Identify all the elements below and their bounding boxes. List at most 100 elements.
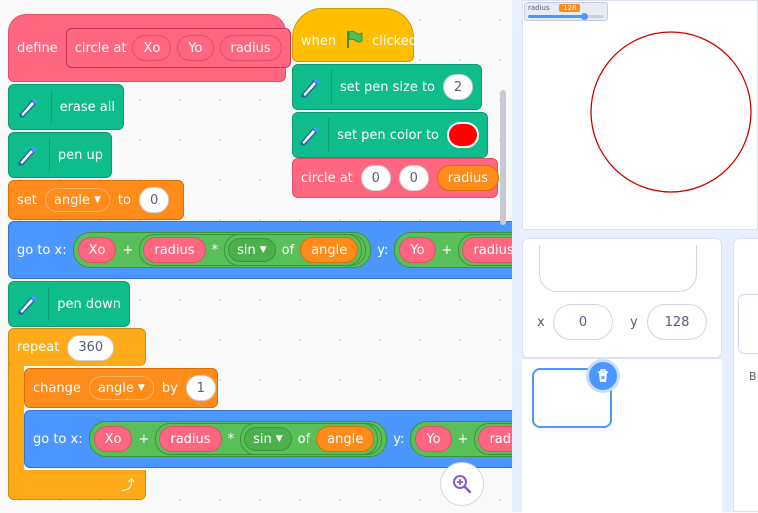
- function-name: sin: [253, 431, 272, 447]
- pen-down-block[interactable]: pen down: [8, 281, 130, 327]
- green-flag-icon: [344, 29, 364, 53]
- chevron-down-icon: ▼: [275, 434, 283, 444]
- times-label: *: [227, 431, 235, 447]
- variable-name: angle: [53, 192, 90, 208]
- math-function-operator[interactable]: sin ▼ of angle: [240, 423, 379, 455]
- set-label: set: [17, 192, 37, 208]
- pen-color-swatch[interactable]: [447, 122, 479, 148]
- set-variable-block[interactable]: set angle ▼ to 0: [8, 180, 184, 220]
- variable-dropdown[interactable]: angle ▼: [44, 188, 110, 212]
- of-label: of: [297, 431, 311, 447]
- trash-icon: [598, 369, 608, 382]
- monitor-value: 128: [559, 4, 581, 12]
- set-value-input[interactable]: 0: [138, 187, 170, 213]
- sprite-info-panel: [522, 238, 722, 358]
- radius-reporter[interactable]: radius: [436, 165, 499, 191]
- xo-reporter[interactable]: Xo: [77, 237, 117, 263]
- pen-up-block[interactable]: pen up: [8, 132, 112, 178]
- custom-block-name: circle at: [74, 40, 127, 56]
- chevron-down-icon: ▼: [137, 383, 145, 393]
- variable-name: angle: [97, 380, 134, 396]
- x-label: x: [537, 315, 545, 330]
- repeat-block[interactable]: repeat 360: [8, 328, 146, 366]
- param-yo[interactable]: Yo: [177, 35, 214, 61]
- stage[interactable]: [522, 0, 758, 230]
- y-label: y:: [393, 431, 405, 447]
- variable-monitor[interactable]: radius 128: [524, 2, 608, 21]
- of-label: of: [281, 242, 295, 258]
- function-name: sin: [237, 242, 256, 258]
- code-workspace[interactable]: define circle at Xo Yo radius erase all …: [0, 0, 710, 512]
- change-label: change: [33, 380, 81, 396]
- define-prototype: circle at Xo Yo radius: [65, 28, 291, 68]
- function-dropdown[interactable]: sin ▼: [228, 238, 276, 262]
- pen-icon: [295, 70, 332, 104]
- function-dropdown[interactable]: sin ▼: [244, 427, 292, 451]
- circle-y-input[interactable]: 0: [398, 165, 429, 191]
- erase-all-label: erase all: [59, 99, 115, 115]
- param-xo[interactable]: Xo: [132, 35, 172, 61]
- clicked-label: clicked: [372, 33, 417, 49]
- radius-reporter[interactable]: radius: [159, 426, 222, 452]
- when-flag-clicked-block[interactable]: when clicked: [292, 8, 417, 62]
- y-label: y:: [377, 242, 389, 258]
- add-operator[interactable]: Xo + radius * sin ▼ of angle: [88, 421, 388, 457]
- repeat-block-bottom-arm[interactable]: ⤴: [8, 470, 146, 500]
- zoom-in-button[interactable]: [440, 462, 484, 506]
- circle-x-input[interactable]: 0: [360, 165, 391, 191]
- monitor-slider-fill: [528, 15, 586, 18]
- pen-up-label: pen up: [57, 147, 103, 163]
- when-label: when: [301, 33, 337, 49]
- pen-icon: [11, 90, 52, 124]
- set-pen-color-block[interactable]: set pen color to: [292, 112, 488, 158]
- zoom-in-icon: [453, 475, 472, 494]
- workspace-scrollbar[interactable]: [500, 90, 506, 225]
- pen-size-input[interactable]: 2: [443, 74, 473, 100]
- set-pen-size-label: set pen size to: [339, 79, 435, 95]
- chevron-down-icon: ▼: [93, 195, 101, 205]
- yo-reporter[interactable]: Yo: [415, 426, 452, 452]
- plus-label: +: [122, 242, 134, 258]
- repeat-count-input[interactable]: 360: [67, 334, 115, 361]
- change-value-input[interactable]: 1: [185, 375, 216, 401]
- variable-dropdown[interactable]: angle ▼: [88, 376, 154, 400]
- yo-reporter[interactable]: Yo: [399, 237, 436, 263]
- define-label: define: [17, 40, 58, 56]
- delete-sprite-button[interactable]: [586, 359, 620, 393]
- y-label: y: [630, 315, 638, 330]
- monitor-slider[interactable]: [528, 13, 604, 20]
- plus-label: +: [441, 242, 453, 258]
- backdrops-label: B: [749, 370, 757, 383]
- y-position-input[interactable]: 128: [647, 304, 707, 340]
- xo-reporter[interactable]: Xo: [93, 426, 133, 452]
- plus-label: +: [138, 431, 150, 447]
- times-label: *: [211, 242, 219, 258]
- pen-icon: [295, 118, 330, 152]
- math-function-operator[interactable]: sin ▼ of angle: [224, 234, 363, 266]
- monitor-slider-thumb[interactable]: [581, 13, 588, 20]
- circle-at-label: circle at: [301, 170, 353, 186]
- set-pen-color-label: set pen color to: [337, 127, 439, 143]
- pen-icon: [11, 287, 50, 321]
- angle-reporter[interactable]: angle: [300, 237, 359, 263]
- add-operator[interactable]: Xo + radius * sin ▼ of angle: [72, 232, 372, 268]
- radius-reporter[interactable]: radius: [143, 237, 206, 263]
- pen-icon: [11, 138, 50, 172]
- sprite-name-field[interactable]: [539, 245, 697, 292]
- loop-arrow-icon: ⤴: [121, 478, 135, 494]
- multiply-operator[interactable]: radius * sin ▼ of angle: [139, 234, 367, 266]
- erase-all-block[interactable]: erase all: [8, 84, 124, 130]
- param-radius[interactable]: radius: [219, 35, 282, 61]
- repeat-label: repeat: [17, 340, 60, 355]
- circle-at-call-block[interactable]: circle at 0 0 radius: [292, 158, 499, 198]
- to-label: to: [117, 192, 131, 208]
- angle-reporter[interactable]: angle: [316, 426, 375, 452]
- change-variable-block[interactable]: change angle ▼ by 1: [24, 368, 218, 408]
- x-position-input[interactable]: 0: [553, 304, 613, 340]
- monitor-name: radius: [528, 4, 550, 12]
- backdrop-thumbnail[interactable]: [738, 294, 758, 354]
- define-block[interactable]: define circle at Xo Yo radius: [8, 14, 291, 82]
- go-to-x-label: go to x:: [33, 431, 83, 447]
- set-pen-size-block[interactable]: set pen size to 2: [292, 64, 482, 110]
- multiply-operator[interactable]: radius * sin ▼ of angle: [155, 423, 383, 455]
